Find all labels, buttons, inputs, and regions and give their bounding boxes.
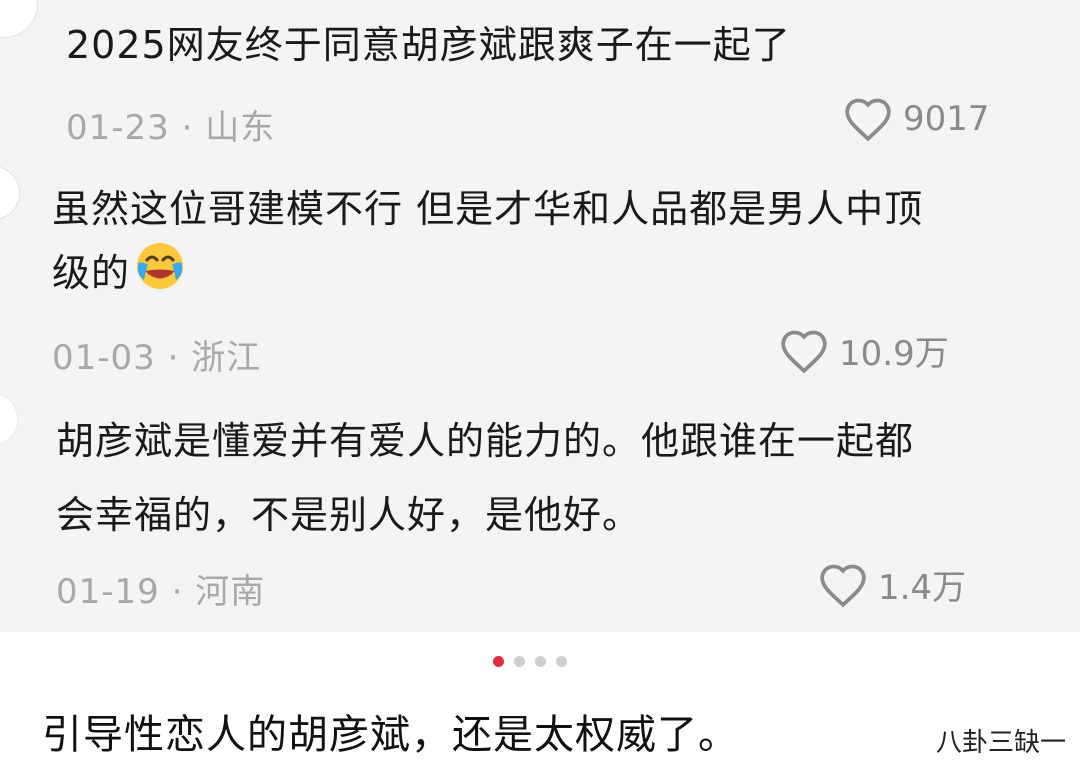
comment-text-line: 级的 [52, 240, 186, 304]
meta-separator: · [171, 572, 184, 612]
carousel-dot[interactable] [514, 656, 525, 667]
carousel-indicator[interactable] [493, 656, 567, 667]
like-button[interactable]: 9017 [843, 96, 990, 142]
comment-text: 级的 [52, 251, 131, 295]
comment-screenshot: 2025网友终于同意胡彦斌跟爽子在一起了 01-23 · 山东 9017 虽然这… [0, 0, 1080, 632]
comment-location: 河南 [195, 572, 266, 612]
comment-date: 01-23 [66, 108, 170, 148]
heart-outline-icon [845, 98, 891, 142]
carousel-dot-active[interactable] [493, 656, 504, 667]
like-count: 9017 [903, 99, 990, 139]
article-caption: 引导性恋人的胡彦斌，还是太权威了。 [42, 712, 739, 758]
comment-text: 虽然这位哥建模不行 但是才华和人品都是男人中顶 [52, 187, 924, 231]
like-count: 10.9万 [839, 334, 949, 374]
like-button[interactable]: 10.9万 [779, 326, 949, 375]
comment-location: 山东 [205, 108, 276, 148]
comment-text: 2025网友终于同意胡彦斌跟爽子在一起了 [66, 23, 791, 67]
avatar[interactable] [0, 166, 20, 220]
heart-outline-icon [820, 564, 866, 607]
laugh-cry-emoji [137, 243, 184, 289]
avatar[interactable] [0, 0, 38, 38]
heart-outline-icon [781, 330, 827, 373]
comment-meta: 01-23 · 山东 [66, 100, 275, 149]
comment-location: 浙江 [191, 338, 262, 378]
comment-meta: 01-19 · 河南 [56, 564, 265, 613]
carousel-dot[interactable] [556, 656, 567, 667]
comment-text: 胡彦斌是懂爱并有爱人的能力的。他跟谁在一起都 [56, 419, 915, 463]
like-count: 1.4万 [878, 568, 967, 608]
like-button[interactable]: 1.4万 [818, 560, 966, 609]
comment-meta: 01-03 · 浙江 [52, 330, 261, 379]
meta-separator: · [181, 108, 194, 148]
carousel-dot[interactable] [535, 656, 546, 667]
comment-date: 01-03 [52, 338, 156, 378]
meta-separator: · [167, 338, 180, 378]
watermark: 八卦三缺一 [935, 727, 1066, 757]
comment-text: 会幸福的，不是别人好，是他好。 [56, 493, 642, 537]
comment-date: 01-19 [56, 572, 160, 612]
avatar[interactable] [0, 392, 18, 446]
